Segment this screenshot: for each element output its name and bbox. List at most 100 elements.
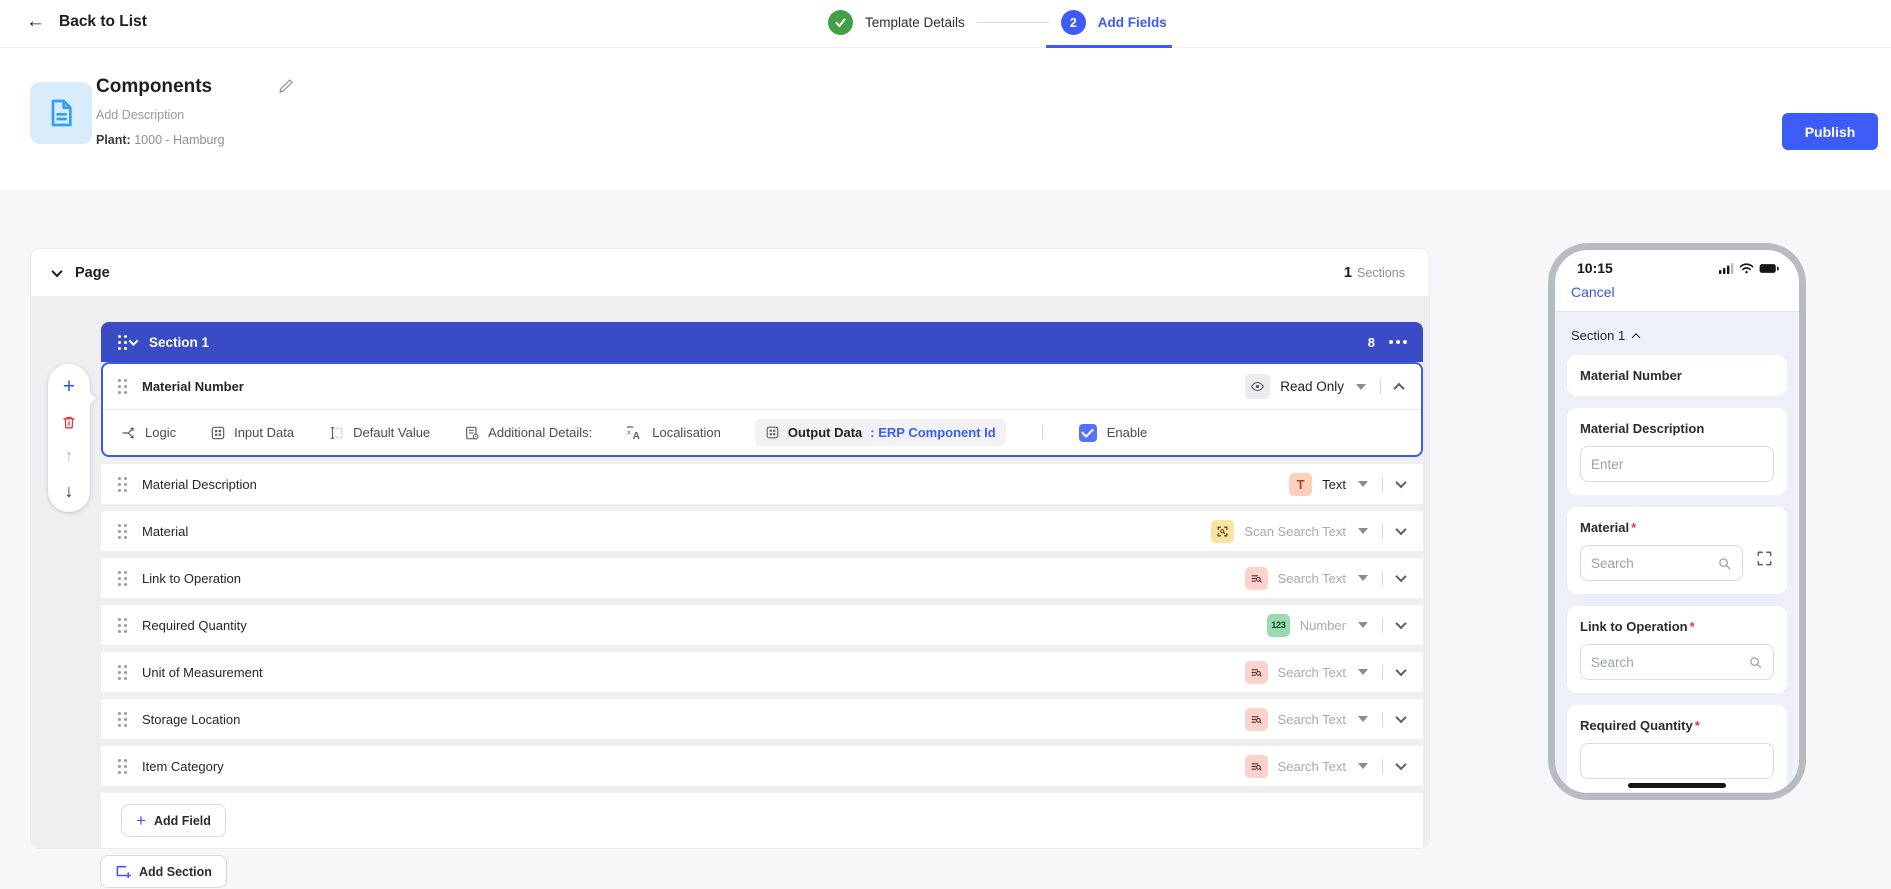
header-area: ← Back to List Template Details 2 Add Fi…	[0, 0, 1891, 190]
phone-search-input[interactable]	[1591, 555, 1717, 571]
phone-status-bar: 10:15	[1555, 250, 1799, 276]
phone-time: 10:15	[1577, 260, 1613, 276]
drag-handle-icon[interactable]	[118, 570, 121, 574]
field-row-item-category[interactable]: Item Category Search Text	[101, 746, 1423, 786]
edit-title-icon[interactable]	[277, 77, 295, 95]
field-row-storage-location[interactable]: Storage Location Search Text	[101, 699, 1423, 739]
step-add-fields[interactable]: Add Fields	[1098, 15, 1167, 30]
type-dropdown-icon[interactable]	[1358, 481, 1368, 487]
expand-field-icon[interactable]	[1395, 664, 1407, 677]
drag-handle-icon[interactable]	[118, 664, 121, 668]
scan-button-icon[interactable]	[1755, 550, 1774, 567]
publish-button[interactable]: Publish	[1782, 113, 1878, 150]
logic-button[interactable]: Logic	[121, 425, 176, 441]
back-label: Back to List	[59, 12, 147, 30]
read-only-eye-icon	[1245, 374, 1271, 399]
topbar: ← Back to List Template Details 2 Add Fi…	[0, 0, 1891, 48]
section-header[interactable]: Section 1 8	[101, 322, 1423, 362]
drag-handle-icon[interactable]	[118, 711, 121, 715]
expand-field-icon[interactable]	[1395, 476, 1407, 489]
expand-field-icon[interactable]	[1395, 523, 1407, 536]
search-text-type-icon	[1244, 754, 1268, 778]
field-type-label: Text	[1322, 476, 1346, 492]
phone-card-material-description: Material Description	[1567, 408, 1787, 495]
enable-label: Enable	[1106, 425, 1148, 440]
add-icon[interactable]: +	[63, 376, 75, 397]
back-to-list-button[interactable]: ← Back to List	[26, 12, 147, 31]
text-type-icon: T	[1289, 472, 1313, 496]
number-type-icon: 123	[1266, 613, 1290, 637]
stepper: Template Details 2 Add Fields	[828, 10, 1167, 35]
phone-card-link-to-operation: Link to Operation *	[1567, 606, 1787, 693]
drag-handle-icon[interactable]	[118, 758, 121, 762]
phone-enter-input[interactable]	[1591, 456, 1763, 472]
search-text-type-icon	[1244, 660, 1268, 684]
add-section-label: Add Section	[139, 864, 212, 879]
phone-search-input[interactable]	[1591, 654, 1748, 670]
type-dropdown-icon[interactable]	[1358, 528, 1368, 534]
type-dropdown-icon[interactable]	[1358, 763, 1368, 769]
type-dropdown-icon[interactable]	[1358, 669, 1368, 675]
mode-dropdown-icon[interactable]	[1356, 383, 1366, 390]
step-number-badge: 2	[1060, 10, 1086, 35]
additional-details-icon	[466, 426, 479, 439]
additional-details-button[interactable]: Additional Details:	[464, 425, 592, 441]
phone-section-label: Section 1	[1571, 328, 1626, 343]
expand-field-icon[interactable]	[1395, 758, 1407, 771]
phone-field-label: Material Description	[1580, 421, 1705, 436]
collapse-field-icon[interactable]	[1393, 382, 1405, 394]
drag-handle-icon[interactable]	[118, 617, 121, 621]
phone-section-header[interactable]: Section 1	[1567, 322, 1787, 355]
default-value-icon	[330, 426, 343, 439]
phone-body: Section 1 Material Number Material Descr…	[1555, 312, 1799, 793]
phone-cancel-row: Cancel	[1555, 276, 1799, 312]
page-collapse-icon[interactable]	[51, 265, 63, 277]
default-value-button[interactable]: Default Value	[328, 425, 430, 441]
input-data-icon	[211, 426, 225, 439]
add-section-button[interactable]: Add Section	[100, 855, 227, 888]
output-data-button[interactable]: Output Data : ERP Component Id	[754, 419, 1006, 446]
phone-number-input[interactable]	[1591, 753, 1763, 769]
input-data-button[interactable]: Input Data	[210, 425, 294, 441]
section-drag-handle-icon[interactable]	[118, 334, 121, 338]
drag-handle-icon[interactable]	[118, 379, 121, 382]
expand-field-icon[interactable]	[1395, 711, 1407, 724]
expand-field-icon[interactable]	[1395, 570, 1407, 583]
field-row-material[interactable]: Material Scan Search Text	[101, 511, 1423, 551]
expand-field-icon[interactable]	[1395, 617, 1407, 630]
field-row-material-description[interactable]: Material Description T Text	[101, 464, 1423, 504]
section-menu-icon[interactable]	[1389, 340, 1407, 344]
phone-text-input-wrap	[1580, 446, 1774, 482]
type-dropdown-icon[interactable]	[1358, 716, 1368, 722]
localisation-button[interactable]: xA Localisation	[626, 425, 721, 441]
move-up-icon[interactable]: ↑	[65, 447, 74, 465]
step-template-details[interactable]: Template Details	[865, 15, 965, 30]
field-name: Material Number	[142, 379, 244, 394]
cancel-link[interactable]: Cancel	[1571, 284, 1615, 300]
section-collapse-icon[interactable]	[128, 335, 139, 346]
field-row-unit-of-measurement[interactable]: Unit of Measurement Search Text	[101, 652, 1423, 692]
drag-handle-icon[interactable]	[118, 523, 121, 527]
add-description-link[interactable]: Add Description	[96, 108, 184, 122]
field-type-label: Scan Search Text	[1244, 523, 1346, 539]
app-root: ← Back to List Template Details 2 Add Fi…	[0, 0, 1891, 889]
field-name: Item Category	[142, 758, 224, 774]
delete-icon[interactable]	[61, 414, 77, 431]
page-title: Components	[96, 76, 213, 97]
enable-checkbox[interactable]	[1078, 423, 1097, 442]
phone-card-material-number: Material Number	[1567, 355, 1787, 396]
type-dropdown-icon[interactable]	[1358, 622, 1368, 628]
field-row-link-to-operation[interactable]: Link to Operation Search Text	[101, 558, 1423, 598]
field-name: Unit of Measurement	[142, 664, 263, 680]
add-field-button[interactable]: + Add Field	[121, 804, 226, 837]
field-name: Material	[142, 523, 189, 539]
drag-handle-icon[interactable]	[118, 476, 121, 480]
move-down-icon[interactable]: ↓	[65, 482, 74, 500]
panel-body: Section 1 8 Material Number Read Only Lo…	[31, 296, 1429, 848]
type-dropdown-icon[interactable]	[1358, 575, 1368, 581]
signal-icon	[1719, 262, 1734, 274]
field-row-required-quantity[interactable]: Required Quantity 123 Number	[101, 605, 1423, 645]
back-arrow-icon: ←	[26, 11, 45, 32]
sections-count: 1 Sections	[1344, 264, 1405, 282]
phone-search-input-wrap	[1580, 644, 1774, 680]
